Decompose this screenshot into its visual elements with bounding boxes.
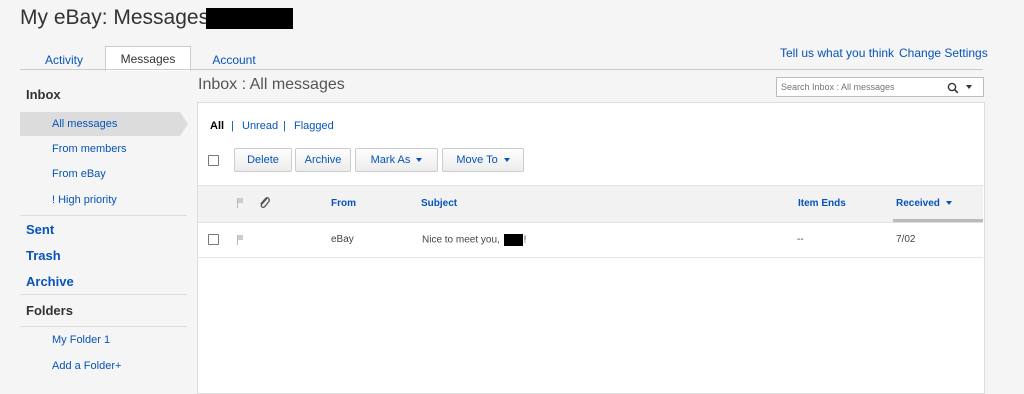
filter-separator: | (283, 120, 286, 132)
chevron-down-icon (416, 158, 423, 163)
table-header (198, 185, 983, 223)
column-header-received-label: Received (896, 198, 940, 209)
column-header-from[interactable]: From (331, 198, 356, 209)
sidebar-item-sent[interactable]: Sent (26, 222, 54, 237)
row-item-ends: -- (797, 234, 804, 245)
row-checkbox[interactable] (208, 234, 219, 245)
inbox-title: Inbox : All messages (198, 76, 345, 93)
archive-button[interactable]: Archive (295, 148, 351, 172)
sidebar-item-from-ebay[interactable]: From eBay (52, 168, 106, 180)
filter-separator: | (231, 120, 234, 132)
row-subject[interactable]: Nice to meet you, ! (422, 234, 526, 246)
sidebar-item-high-priority[interactable]: ! High priority (52, 194, 117, 206)
move-to-button-label: Move To (456, 154, 498, 166)
sidebar-item-my-folder-1[interactable]: My Folder 1 (52, 334, 110, 346)
sidebar-divider (20, 215, 187, 216)
sidebar-item-from-members[interactable]: From members (52, 143, 127, 155)
flag-icon (237, 198, 243, 208)
redacted-name (503, 234, 523, 246)
select-all-checkbox[interactable] (208, 155, 219, 166)
sidebar-divider (20, 294, 187, 295)
archive-button-label: Archive (304, 154, 342, 166)
tab-divider (20, 69, 983, 70)
row-subject-suffix: ! (523, 234, 527, 246)
filter-unread[interactable]: Unread (242, 120, 278, 132)
delete-button[interactable]: Delete (234, 148, 292, 172)
column-header-subject[interactable]: Subject (421, 198, 457, 209)
sidebar-item-archive[interactable]: Archive (26, 274, 74, 289)
sidebar-selected-arrow (180, 112, 188, 136)
sidebar-heading-folders: Folders (26, 303, 73, 318)
sidebar-heading-inbox[interactable]: Inbox (26, 87, 61, 102)
row-from: eBay (331, 234, 354, 245)
page-title: My eBay: Messages (20, 6, 210, 29)
row-subject-prefix: Nice to meet you, (422, 234, 500, 246)
column-header-item-ends[interactable]: Item Ends (798, 198, 846, 209)
chevron-down-icon (503, 158, 510, 163)
sidebar-divider (20, 326, 187, 327)
sidebar-item-trash[interactable]: Trash (26, 248, 61, 263)
feedback-link[interactable]: Tell us what you think (780, 46, 894, 60)
add-folder-link[interactable]: Add a Folder+ (52, 360, 121, 372)
table-row[interactable] (198, 222, 983, 258)
row-received: 7/02 (896, 234, 916, 245)
delete-button-label: Delete (247, 154, 279, 166)
column-header-received[interactable]: Received (896, 198, 952, 209)
sidebar-item-all-messages[interactable]: All messages (52, 118, 117, 130)
chevron-down-icon[interactable] (966, 85, 972, 89)
search-input[interactable] (779, 79, 943, 95)
filter-flagged[interactable]: Flagged (294, 120, 334, 132)
mark-as-button-label: Mark As (370, 154, 411, 166)
search-box (776, 77, 984, 97)
sort-desc-icon (945, 201, 952, 206)
move-to-button[interactable]: Move To (442, 148, 524, 172)
tab-messages[interactable]: Messages (105, 46, 191, 71)
redacted-username (206, 8, 293, 29)
search-icon[interactable] (947, 81, 959, 94)
filter-all[interactable]: All (210, 120, 224, 132)
change-settings-link[interactable]: Change Settings (899, 46, 988, 60)
mark-as-button[interactable]: Mark As (355, 148, 438, 172)
flag-icon[interactable] (237, 235, 243, 245)
paperclip-icon (258, 195, 270, 209)
